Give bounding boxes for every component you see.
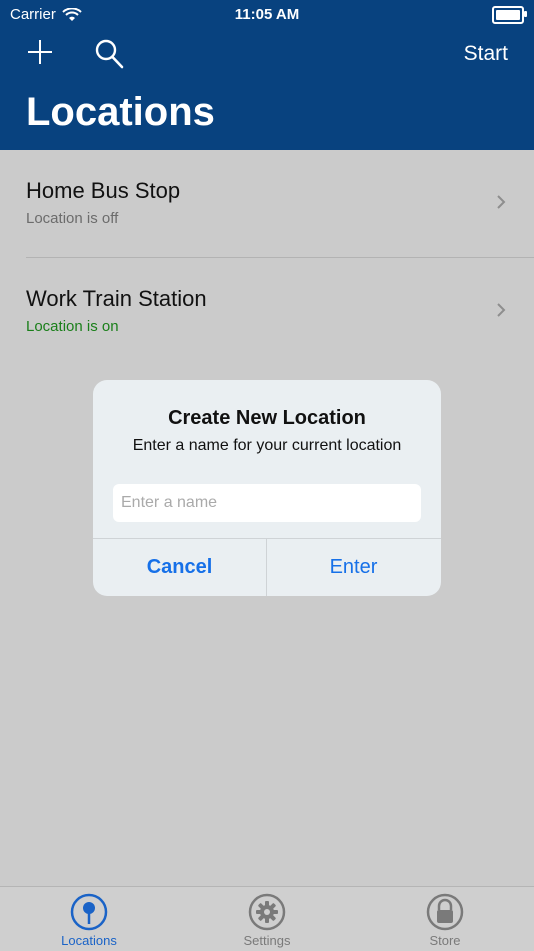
chevron-right-icon — [497, 195, 506, 209]
navigation-header: Carrier 11:05 AM Start Locations — [0, 0, 534, 150]
add-location-button[interactable] — [26, 38, 54, 66]
location-row[interactable]: Home Bus Stop Location is off — [0, 150, 534, 258]
tab-label: Settings — [243, 933, 291, 948]
page-title: Locations — [26, 90, 215, 134]
alert-message: Enter a name for your current location — [132, 437, 402, 454]
create-location-alert: Create New Location Enter a name for you… — [93, 380, 441, 596]
status-time: 11:05 AM — [234, 6, 300, 23]
enter-button[interactable]: Enter — [267, 539, 440, 596]
cancel-button[interactable]: Cancel — [93, 539, 266, 596]
nav-row: Start — [0, 34, 534, 78]
tab-settings[interactable]: Settings — [178, 887, 356, 951]
map-pin-icon — [70, 893, 108, 931]
location-row[interactable]: Work Train Station Location is on — [0, 258, 534, 366]
alert-title: Create New Location — [168, 407, 366, 429]
tab-store[interactable]: Store — [356, 887, 534, 951]
location-name: Work Train Station — [26, 286, 207, 311]
tab-locations[interactable]: Locations — [0, 887, 178, 951]
chevron-right-icon — [497, 303, 506, 317]
location-status: Location is on — [26, 318, 119, 335]
location-name-input[interactable] — [113, 484, 421, 522]
location-status: Location is off — [26, 210, 119, 227]
status-bar: Carrier 11:05 AM — [0, 0, 534, 28]
locations-list: Home Bus Stop Location is off Work Train… — [0, 150, 534, 366]
tab-label: Store — [429, 933, 461, 948]
lock-icon — [426, 893, 464, 931]
tab-label: Locations — [61, 933, 117, 948]
start-button[interactable]: Start — [464, 42, 508, 66]
location-name: Home Bus Stop — [26, 178, 181, 203]
battery-icon — [492, 6, 527, 24]
search-icon[interactable] — [94, 38, 124, 70]
tab-bar: Locations Settings Store — [0, 886, 534, 951]
gear-icon — [248, 893, 286, 931]
